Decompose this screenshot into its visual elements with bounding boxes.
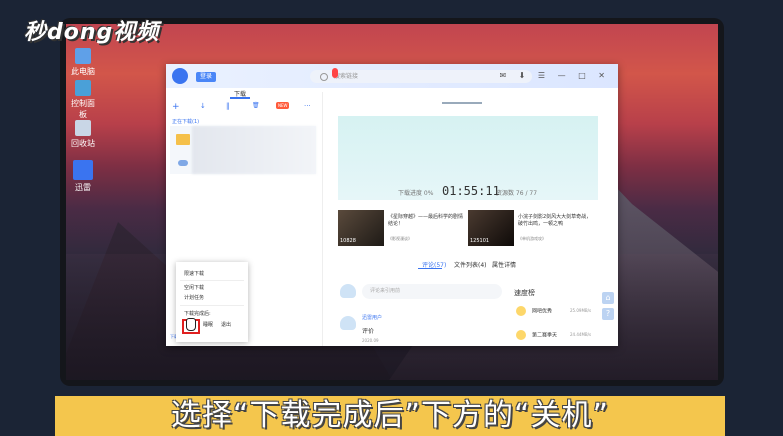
caption-text: 选择“下载完成后”下方的“关机” [170,398,610,433]
cloud-icon [178,160,188,166]
my-avatar [340,284,356,298]
window-controls[interactable]: ✉ ⬇ ☰ — □ ✕ [499,71,610,80]
title-bar: 登录 搜索链接 ✉ ⬇ ☰ — □ ✕ [166,64,618,88]
tab-active-indicator [230,97,250,99]
watermark-logo: 秒dong视频 [24,20,160,45]
more-button[interactable]: ··· [304,102,311,110]
rank-speed: 24.44MB/s [570,332,592,337]
menu-item-schedule[interactable]: 计划任务 [184,294,204,301]
tab-file-list[interactable]: 文件列表(4) [454,260,487,269]
card-source: 《影视漫谈》 [388,236,412,241]
desktop-icon-label: 控制面板 [71,99,95,119]
rank-name: 第二赛季天 [532,332,558,339]
downloading-section-title: 正在下载(1) [172,119,200,125]
delete-button[interactable]: 🗑 [252,102,260,109]
computer-icon [75,48,91,64]
rank-medal-icon [516,330,526,340]
desktop-icon-recycle-bin[interactable]: 回收站 [68,120,98,149]
comment-text: 评价 [362,328,375,335]
desktop-icon-this-pc[interactable]: 此电脑 [68,48,98,77]
after-download-label: 下载完成后: [184,311,211,317]
sleep-button[interactable]: 睡眠 [200,321,216,330]
rank-name: 网吧优秀 [532,308,553,315]
hot-indicator-icon [332,68,338,78]
download-task-item[interactable] [170,126,316,174]
recycle-bin-icon [75,120,91,136]
card-title: 《星际穿越》——最后科学的剧情结论！ [388,214,464,227]
login-button[interactable]: 登录 [196,72,216,82]
view-count: 10828 [340,238,356,244]
card-thumbnail: 125101 [468,210,514,246]
comment-user[interactable]: 迅雷用户 [362,314,382,321]
pause-button[interactable]: ‖ [226,102,230,110]
view-count: 125101 [470,238,490,244]
download-toolbar: + ↓ ‖ 🗑 NEW ··· [170,102,318,116]
comment-date: 2020.09 [362,338,379,343]
comment-placeholder: 评论来引用前 [370,288,401,294]
progress-percent: 下载进度 0% [398,190,434,197]
hero-handle [442,102,482,104]
exit-button[interactable]: 退出 [218,321,234,330]
panel-divider [322,92,323,346]
menu-divider [180,305,244,306]
rank-speed: 25.09MB/s [570,308,592,313]
xunlei-icon [73,160,93,180]
folder-icon [176,134,190,145]
tab-properties[interactable]: 属性详情 [492,260,516,269]
help-side-button[interactable]: ? [602,308,614,320]
search-icon [320,73,328,81]
menu-item-limit-speed[interactable]: 限速下载 [184,270,204,277]
caption-banner: 选择“下载完成后”下方的“关机” [55,396,725,436]
desktop-icon-control-panel[interactable]: 控制面板 [68,80,98,120]
speed-rank-title: 速度榜 [514,289,535,297]
rank-row: 第二赛季天 24.44MB/s [516,330,591,340]
desktop-icon-label: 迅雷 [75,183,91,192]
recommend-card[interactable]: 10828 《星际穿越》——最后科学的剧情结论！ 《影视漫谈》 [338,210,464,246]
card-source: 《单机游戏攻》 [518,236,546,241]
remaining-time: 01:55:11 [442,184,500,198]
add-task-button[interactable]: + [172,102,180,112]
commenter-avatar [340,316,356,330]
home-side-button[interactable]: ⌂ [602,292,614,304]
content-tab-indicator [418,268,442,269]
download-button[interactable]: ↓ [200,102,206,110]
control-panel-icon [75,80,91,96]
desktop-icon-xunlei[interactable]: 迅雷 [68,160,98,193]
resource-count: 资源数 76 / 77 [496,190,538,197]
card-thumbnail: 10828 [338,210,384,246]
desktop-icon-label: 回收站 [71,139,95,148]
rank-medal-icon [516,306,526,316]
comment-input[interactable]: 评论来引用前 [362,284,502,299]
menu-item-idle-download[interactable]: 空闲下载 [184,284,204,291]
desktop-icon-label: 此电脑 [71,67,95,76]
hand-cursor-icon [186,318,196,331]
new-badge[interactable]: NEW [276,102,290,109]
menu-divider [180,280,244,281]
recommend-card[interactable]: 125101 小浣子剑影2剑风大大剑草奇战，破竹出鸣，一顿之鸭 《单机游戏攻》 [468,210,594,246]
xunlei-logo-icon [172,68,188,84]
task-details-blurred [192,126,316,174]
rank-row: 网吧优秀 25.09MB/s [516,306,591,316]
card-title: 小浣子剑影2剑风大大剑草奇战，破竹出鸣，一顿之鸭 [518,214,592,227]
